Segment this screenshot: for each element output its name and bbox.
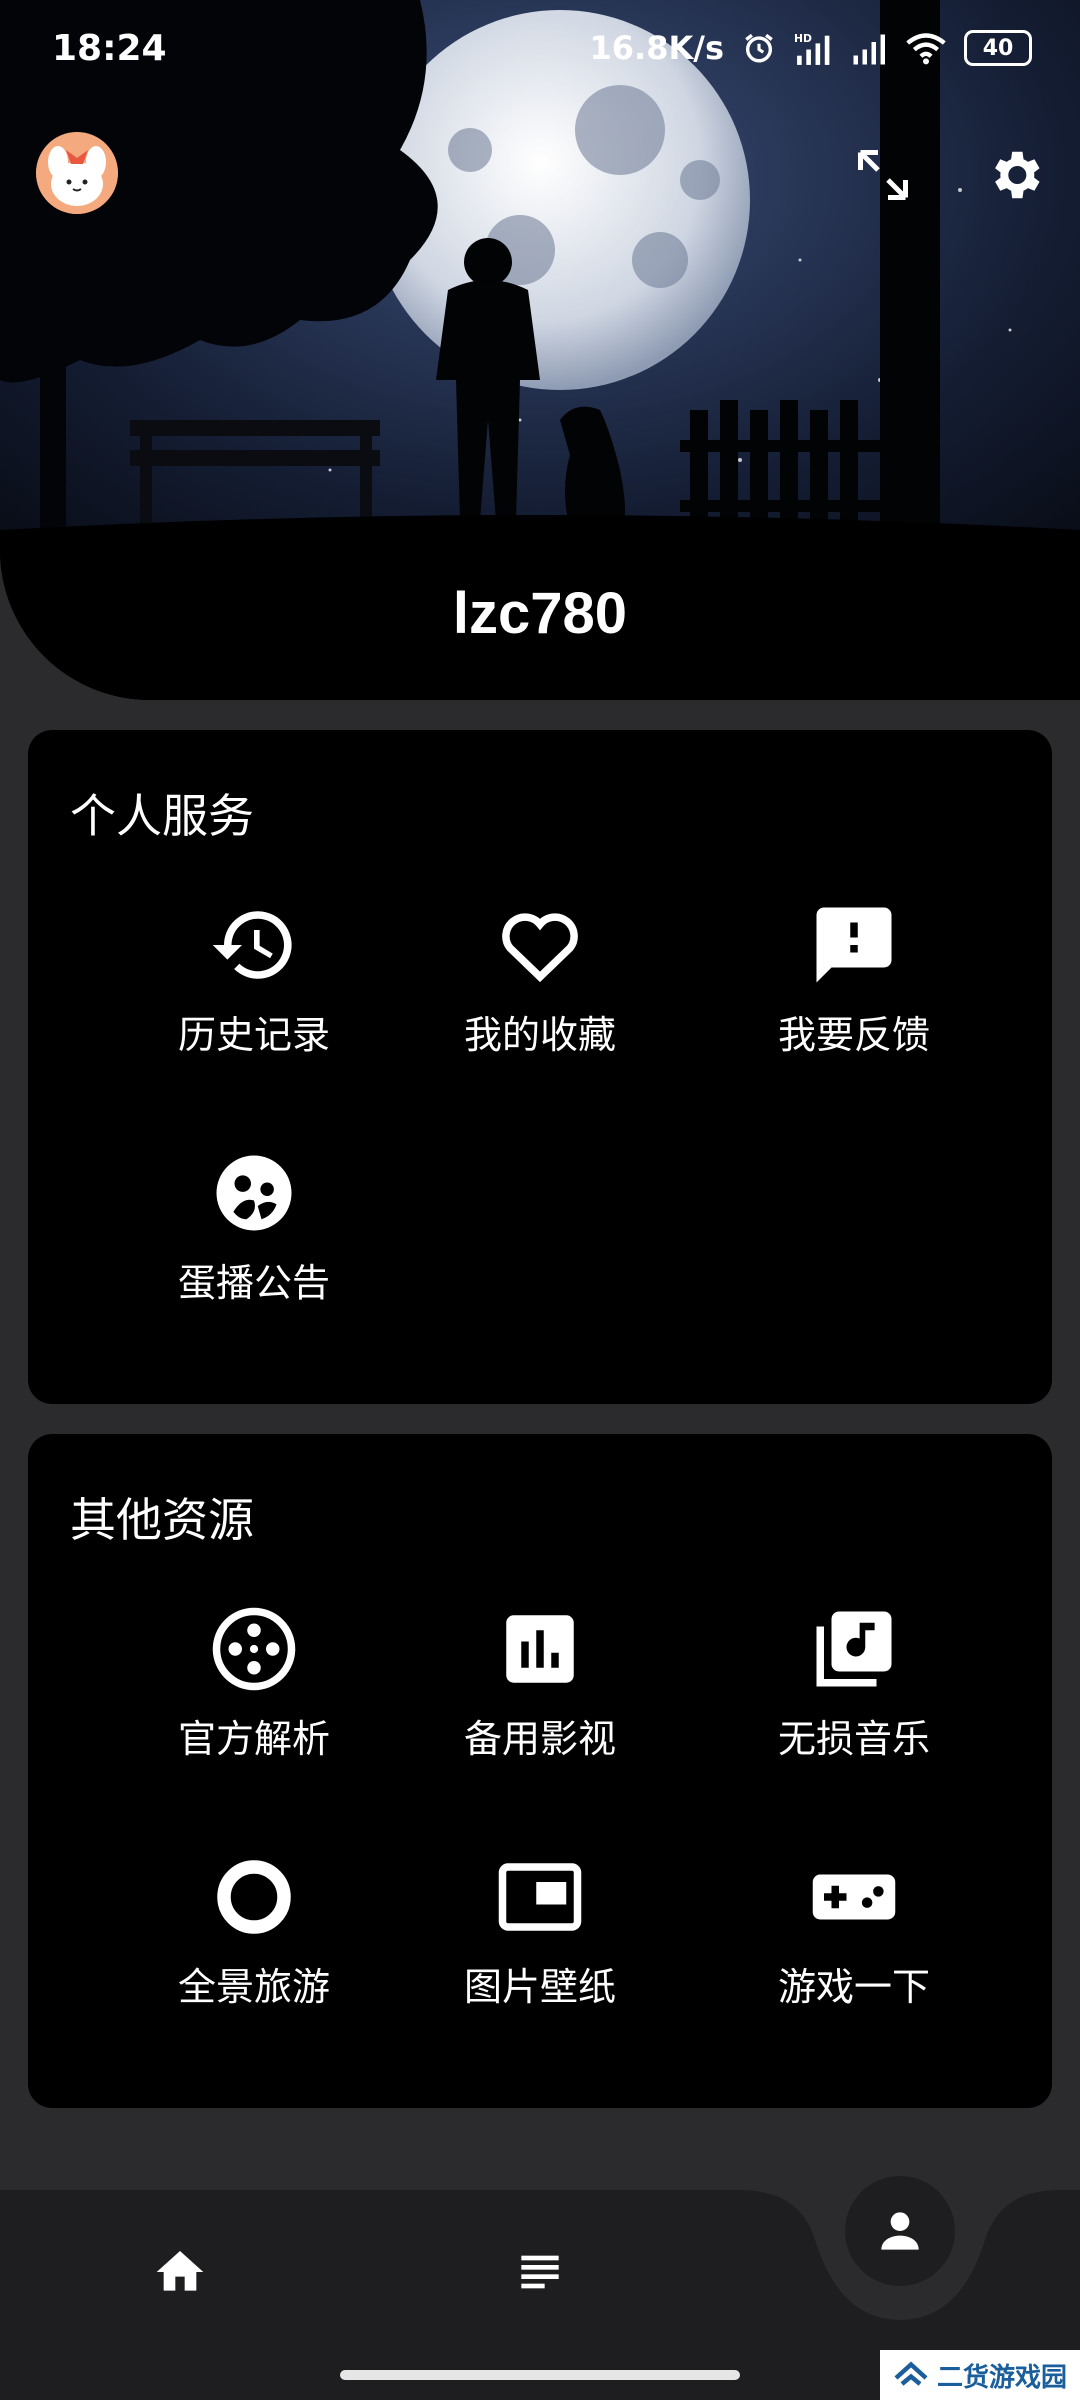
backup-video-item[interactable]: 备用影视 [380, 1604, 700, 1763]
music-library-icon [816, 1611, 892, 1687]
item-label: 蛋播公告 [177, 1261, 330, 1305]
settings-icon [995, 151, 1040, 199]
settings-button[interactable] [980, 140, 1050, 210]
gamepad-icon [812, 1874, 896, 1920]
gesture-bar[interactable] [340, 2370, 740, 2380]
watermark: 二货游戏园 [880, 2350, 1080, 2400]
alarm-icon [745, 33, 773, 63]
battery-level: 40 [982, 35, 1014, 61]
status-time: 18:24 [52, 27, 167, 69]
section-title: 个人服务 [70, 789, 254, 843]
wifi-icon [906, 33, 946, 65]
status-icons: 16.8K/s HD 40 [590, 29, 1032, 67]
hd-signal-icon: HD [794, 32, 830, 65]
picture-in-picture-icon [498, 1863, 582, 1931]
wallpaper-item[interactable]: 图片壁纸 [380, 1852, 700, 2011]
item-label: 我要反馈 [777, 1013, 930, 1057]
game-item[interactable]: 游戏一下 [694, 1852, 1014, 2011]
other-resources-card: 其他资源 官方解析 备用影视 无损音乐 全景旅游 图片壁纸 游戏一下 [28, 1434, 1052, 2108]
item-label: 图片壁纸 [463, 1965, 616, 2009]
bar-chart-icon [506, 1615, 574, 1683]
avatar[interactable] [36, 132, 118, 214]
announcement-icon [216, 1155, 292, 1231]
section-title: 其他资源 [70, 1493, 254, 1547]
network-speed: 16.8K/s [589, 29, 724, 67]
svg-text:HD: HD [794, 32, 812, 45]
fullscreen-icon [858, 150, 908, 200]
item-label: 无损音乐 [777, 1717, 930, 1761]
nav-home[interactable] [130, 2222, 230, 2322]
nav-profile[interactable] [845, 2176, 955, 2286]
film-reel-icon [212, 1607, 296, 1691]
item-label: 历史记录 [177, 1013, 330, 1057]
panorama-travel-item[interactable]: 全景旅游 [94, 1852, 414, 2011]
username: lzc780 [452, 581, 628, 646]
announcement-item[interactable]: 蛋播公告 [94, 1148, 414, 1307]
history-icon [212, 911, 292, 979]
lossless-music-item[interactable]: 无损音乐 [694, 1604, 1014, 1763]
feedback-item[interactable]: 我要反馈 [694, 900, 1014, 1059]
list-icon [521, 2255, 559, 2289]
history-item[interactable]: 历史记录 [94, 900, 414, 1059]
watermark-text: 二货游戏园 [936, 2362, 1067, 2393]
status-bar: 18:24 16.8K/s HD 40 [0, 0, 1080, 96]
signal-icon [853, 34, 885, 65]
ring-icon [217, 1860, 291, 1934]
watermark-logo-icon [894, 2361, 928, 2386]
item-label: 全景旅游 [177, 1965, 330, 2009]
item-label: 备用影视 [463, 1717, 616, 1761]
heart-icon [502, 913, 578, 983]
feedback-icon [816, 907, 892, 983]
battery-icon: 40 [964, 30, 1032, 66]
nav-list[interactable] [490, 2222, 590, 2322]
fullscreen-button[interactable] [848, 140, 918, 210]
item-label: 游戏一下 [777, 1965, 930, 2009]
home-icon [156, 2251, 204, 2291]
favorites-item[interactable]: 我的收藏 [380, 900, 700, 1059]
person-icon [881, 2212, 919, 2250]
personal-services-card: 个人服务 历史记录 我的收藏 我要反馈 蛋播公告 [28, 730, 1052, 1404]
official-parse-item[interactable]: 官方解析 [94, 1604, 414, 1763]
item-label: 官方解析 [177, 1717, 330, 1761]
item-label: 我的收藏 [463, 1013, 616, 1057]
profile-header: 18:24 16.8K/s HD 40 lzc780 [0, 0, 1080, 700]
